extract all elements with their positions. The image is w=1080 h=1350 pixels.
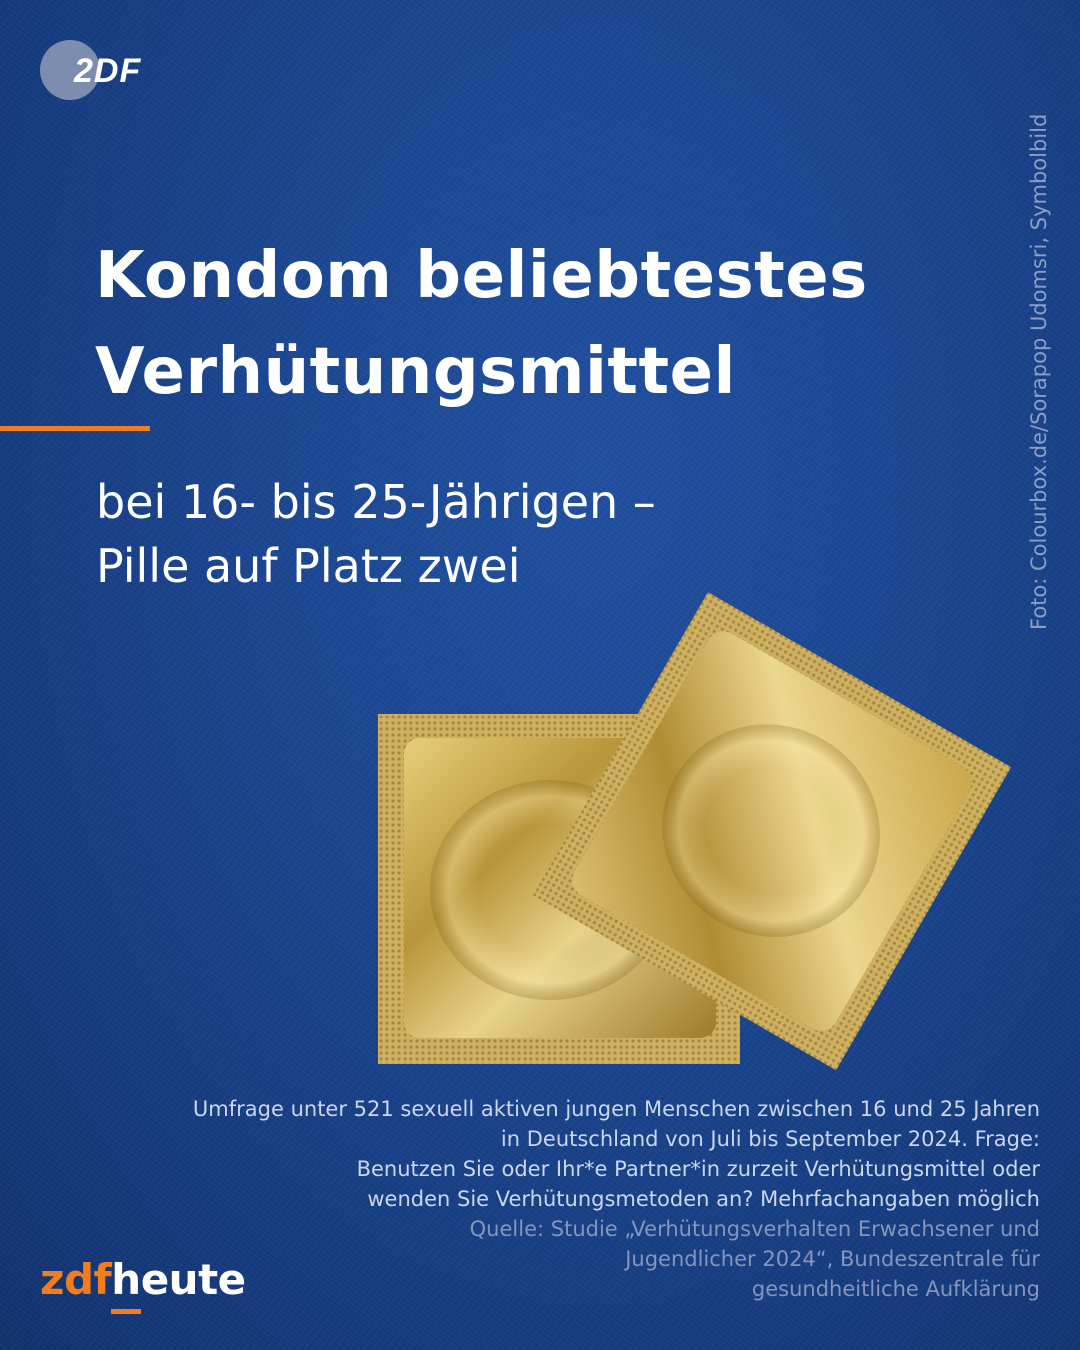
zdf-logo-icon: 2DF	[40, 40, 141, 100]
brand-heute-text: heute	[111, 1255, 246, 1304]
source-line-1: Quelle: Studie „Verhütungsverhalten Erwa…	[469, 1217, 1040, 1241]
zdfheute-logo: zdfheute	[40, 1255, 246, 1314]
post-canvas: 2DF Kondom beliebtestes Verhütungsmittel…	[0, 0, 1080, 1350]
subline-line-1: bei 16- bis 25-Jährigen –	[96, 475, 656, 529]
brand-heute: heute	[111, 1255, 246, 1314]
brand-zdf: zdf	[40, 1255, 112, 1304]
survey-caption: Umfrage unter 521 sexuell aktiven jungen…	[80, 1094, 1040, 1214]
caption-line-1: Umfrage unter 521 sexuell aktiven jungen…	[192, 1097, 1040, 1121]
caption-line-4: wenden Sie Verhütungsmetoden an? Mehrfac…	[367, 1187, 1040, 1211]
condom-packets-photo	[378, 592, 1012, 1071]
headline: Kondom beliebtestes Verhütungsmittel	[95, 228, 868, 420]
caption-line-3: Benutzen Sie oder Ihr*e Partner*in zurze…	[356, 1157, 1040, 1181]
caption-line-2: in Deutschland von Juli bis September 20…	[500, 1127, 1040, 1151]
brand-underline	[111, 1309, 142, 1314]
photo-credit: Foto: Colourbox.de/Sorapop Udomsri, Symb…	[1027, 113, 1051, 630]
headline-line-1: Kondom beliebtestes	[95, 239, 868, 313]
accent-divider	[0, 426, 150, 431]
headline-line-2: Verhütungsmittel	[95, 335, 736, 409]
zdf-logo-text: 2DF	[73, 52, 141, 90]
